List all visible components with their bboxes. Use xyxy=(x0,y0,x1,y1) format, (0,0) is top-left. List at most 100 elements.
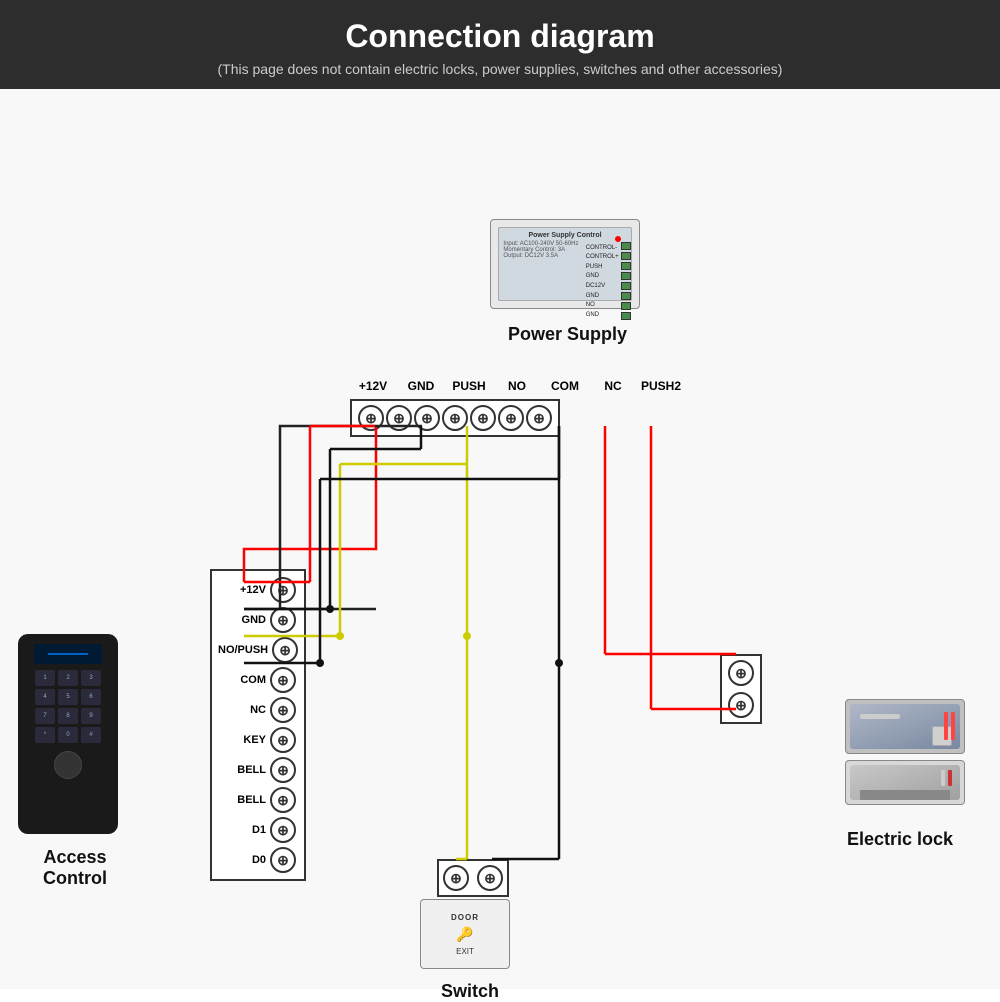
left-pin-nc: ⊕ xyxy=(270,697,296,723)
psu-terminal-strip xyxy=(621,242,631,320)
left-pin-nopush: ⊕ xyxy=(272,637,298,663)
pin-col-com: ⊕ xyxy=(470,405,496,431)
left-row-bell1: BELL ⊕ xyxy=(212,755,304,785)
junction-com-col xyxy=(555,659,563,667)
pad-key-0: 0 xyxy=(58,727,78,743)
pin-col-gnd: ⊕ xyxy=(386,405,412,431)
electric-lock-component xyxy=(840,699,970,805)
label-push: PUSH xyxy=(446,379,492,393)
top-terminal-block: ⊕ ⊕ ⊕ ⊕ ⊕ ⊕ ⊕ xyxy=(350,399,560,437)
switch-door-text: DOOR xyxy=(451,913,479,922)
left-label-key: KEY xyxy=(218,734,266,746)
left-label-d1: D1 xyxy=(218,824,266,836)
switch-pin-1: ⊕ xyxy=(443,865,469,891)
junction-com xyxy=(316,659,324,667)
electric-lock-bottom xyxy=(845,760,965,805)
power-supply-image: Power Supply Control Input: AC100-240V 5… xyxy=(490,219,640,309)
left-pin-gnd: ⊕ xyxy=(270,607,296,633)
pin-12v: ⊕ xyxy=(358,405,384,431)
pad-key-4: 4 xyxy=(35,689,55,705)
pad-key-3: 3 xyxy=(81,670,101,686)
label-nc: NC xyxy=(590,379,636,393)
switch-key-icon: 🔑 xyxy=(456,926,473,943)
pad-key-9: 9 xyxy=(81,708,101,724)
power-supply-label: Power Supply xyxy=(490,324,645,345)
left-pin-d1: ⊕ xyxy=(270,817,296,843)
left-row-d1: D1 ⊕ xyxy=(212,815,304,845)
left-pin-bell2: ⊕ xyxy=(270,787,296,813)
diagram-area: Power Supply Control Input: AC100-240V 5… xyxy=(0,89,1000,989)
switch-exit-text: EXIT xyxy=(456,947,474,956)
left-label-bell2: BELL xyxy=(218,794,266,806)
top-connector-labels: +12V GND PUSH NO COM NC PUSH2 xyxy=(350,379,684,393)
pad-key-7: 7 xyxy=(35,708,55,724)
left-row-d0: D0 ⊕ xyxy=(212,845,304,875)
right-terminal-block: ⊕ ⊕ xyxy=(720,654,762,724)
pad-fingerprint-sensor xyxy=(54,751,82,779)
pad-key-1: 1 xyxy=(35,670,55,686)
left-label-nopush: NO/PUSH xyxy=(218,644,268,656)
pad-display xyxy=(34,644,101,664)
pin-col-no: ⊕ xyxy=(442,405,468,431)
pad-key-8: 8 xyxy=(58,708,78,724)
pad-key-2: 2 xyxy=(58,670,78,686)
left-pin-key: ⊕ xyxy=(270,727,296,753)
left-label-12v: +12V xyxy=(218,584,266,596)
switch-label: Switch xyxy=(410,981,530,1002)
pin-col-push: ⊕ xyxy=(414,405,440,431)
switch-pin-2: ⊕ xyxy=(477,865,503,891)
pin-gnd: ⊕ xyxy=(386,405,412,431)
pin-push: ⊕ xyxy=(414,405,440,431)
junction-nopush xyxy=(336,632,344,640)
right-pin-2: ⊕ xyxy=(728,692,754,718)
label-no: NO xyxy=(494,379,540,393)
access-control-label: Access Control xyxy=(10,847,140,889)
pin-nc: ⊕ xyxy=(498,405,524,431)
electric-lock-label: Electric lock xyxy=(820,829,980,850)
left-row-com: COM ⊕ xyxy=(212,665,304,695)
left-pin-12v: ⊕ xyxy=(270,577,296,603)
left-row-nopush: NO/PUSH ⊕ xyxy=(212,635,304,665)
label-com: COM xyxy=(542,379,588,393)
left-row-12v: +12V ⊕ xyxy=(212,575,304,605)
left-label-d0: D0 xyxy=(218,854,266,866)
page-header: Connection diagram (This page does not c… xyxy=(0,0,1000,89)
pad-keypad-grid: 1 2 3 4 5 6 7 8 9 * 0 # xyxy=(35,670,101,743)
pin-col-nc: ⊕ xyxy=(498,405,524,431)
left-pin-bell1: ⊕ xyxy=(270,757,296,783)
left-row-bell2: BELL ⊕ xyxy=(212,785,304,815)
left-row-nc: NC ⊕ xyxy=(212,695,304,725)
page-subtitle: (This page does not contain electric loc… xyxy=(20,61,980,77)
pin-com: ⊕ xyxy=(470,405,496,431)
pad-display-line xyxy=(48,653,88,655)
pin-col-12v: ⊕ xyxy=(358,405,384,431)
access-control-pad: 1 2 3 4 5 6 7 8 9 * 0 # xyxy=(18,634,118,834)
left-pin-com: ⊕ xyxy=(270,667,296,693)
pin-no: ⊕ xyxy=(442,405,468,431)
left-label-gnd: GND xyxy=(218,614,266,626)
pad-key-5: 5 xyxy=(58,689,78,705)
wire-12v xyxy=(244,426,376,582)
junction-push-col xyxy=(463,632,471,640)
switch-connector: ⊕ ⊕ xyxy=(437,859,509,897)
left-row-key: KEY ⊕ xyxy=(212,725,304,755)
label-gnd: GND xyxy=(398,379,444,393)
right-pin-1: ⊕ xyxy=(728,660,754,686)
pad-key-star: * xyxy=(35,727,55,743)
left-label-bell1: BELL xyxy=(218,764,266,776)
left-pin-d0: ⊕ xyxy=(270,847,296,873)
switch-component: DOOR 🔑 EXIT xyxy=(420,899,510,969)
electric-lock-top xyxy=(845,699,965,754)
pad-key-6: 6 xyxy=(81,689,101,705)
pad-key-hash: # xyxy=(81,727,101,743)
junction-gnd xyxy=(326,605,334,613)
label-12v: +12V xyxy=(350,379,396,393)
left-label-com: COM xyxy=(218,674,266,686)
psu-title: Power Supply Control xyxy=(503,232,626,239)
page-title: Connection diagram xyxy=(20,18,980,55)
pin-col-push2: ⊕ xyxy=(526,405,552,431)
left-terminal-block: +12V ⊕ GND ⊕ NO/PUSH ⊕ COM ⊕ NC ⊕ KEY ⊕ … xyxy=(210,569,306,881)
left-label-nc: NC xyxy=(218,704,266,716)
left-row-gnd: GND ⊕ xyxy=(212,605,304,635)
label-push2: PUSH2 xyxy=(638,379,684,393)
